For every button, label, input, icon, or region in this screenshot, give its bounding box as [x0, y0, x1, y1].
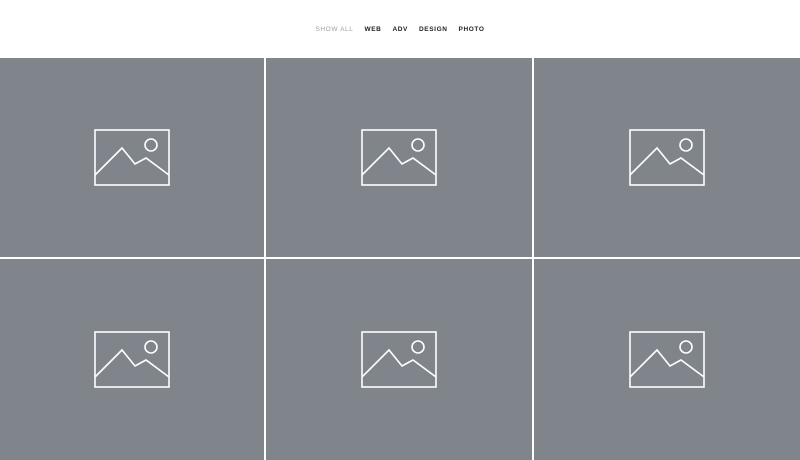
filter-show-all[interactable]: SHOW ALL: [315, 25, 353, 34]
portfolio-tile[interactable]: [265, 258, 533, 460]
image-placeholder-icon: [361, 331, 437, 388]
image-placeholder-icon: [94, 331, 170, 388]
portfolio-filter-bar: SHOW ALL WEB ADV DESIGN PHOTO: [0, 0, 800, 58]
filter-design[interactable]: DESIGN: [419, 25, 448, 34]
portfolio-tile[interactable]: [265, 58, 533, 258]
portfolio-tile[interactable]: [0, 58, 265, 258]
filter-adv[interactable]: ADV: [392, 25, 408, 34]
image-placeholder-icon: [94, 129, 170, 186]
filter-photo[interactable]: PHOTO: [459, 25, 485, 34]
filter-web[interactable]: WEB: [365, 25, 382, 34]
image-placeholder-icon: [361, 129, 437, 186]
image-placeholder-icon: [629, 129, 705, 186]
image-placeholder-icon: [629, 331, 705, 388]
portfolio-grid: [0, 58, 800, 460]
portfolio-tile[interactable]: [0, 258, 265, 460]
portfolio-tile[interactable]: [533, 258, 800, 460]
portfolio-tile[interactable]: [533, 58, 800, 258]
